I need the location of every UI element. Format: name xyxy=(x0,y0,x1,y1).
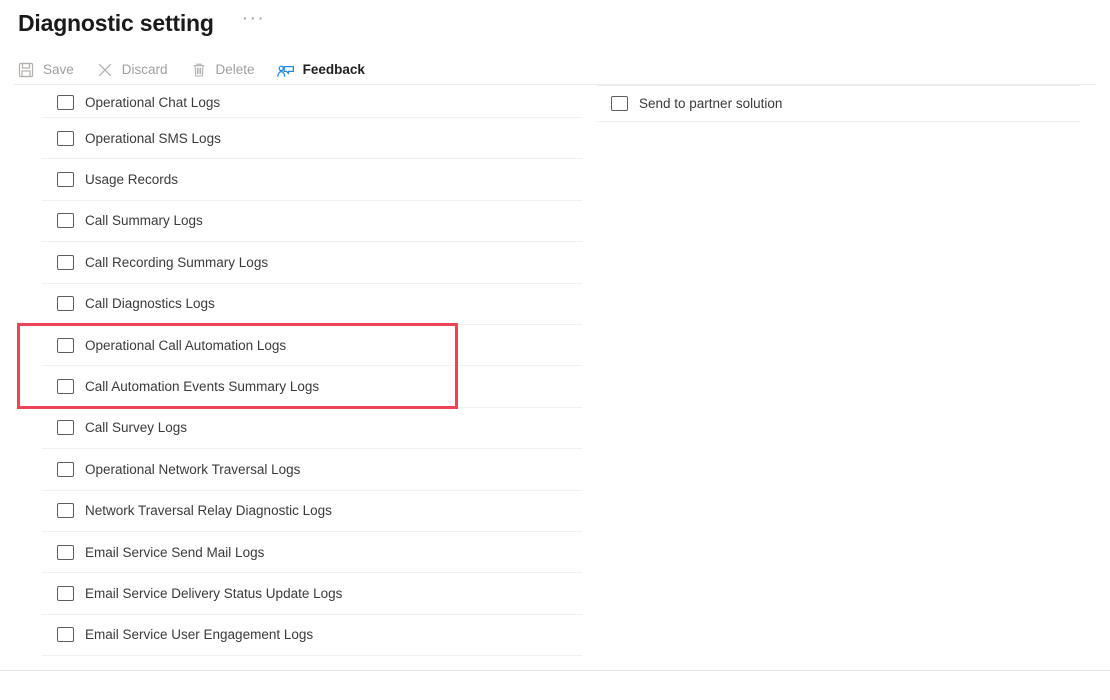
delete-label: Delete xyxy=(215,62,255,77)
feedback-icon xyxy=(276,61,295,79)
footer-divider xyxy=(0,670,1110,671)
list-item-label: Call Summary Logs xyxy=(85,213,203,229)
list-item[interactable]: Call Diagnostics Logs xyxy=(42,284,582,325)
checkbox-icon[interactable] xyxy=(57,172,74,188)
checkbox-icon[interactable] xyxy=(57,420,74,436)
list-item-label: Operational Call Automation Logs xyxy=(85,337,287,353)
list-item-label: Call Recording Summary Logs xyxy=(85,254,269,270)
page-header: Diagnostic setting ··· xyxy=(0,0,1110,46)
list-item-label: Operational Network Traversal Logs xyxy=(85,461,301,477)
list-item-label: Send to partner solution xyxy=(639,96,783,111)
list-item[interactable]: Usage Records xyxy=(42,159,582,201)
save-label: Save xyxy=(43,62,74,77)
list-item[interactable]: Call Survey Logs xyxy=(42,408,582,450)
list-item-label: Usage Records xyxy=(85,172,179,188)
list-item-label: Email Service Send Mail Logs xyxy=(85,544,265,560)
log-categories-list: Operational Chat Logs Operational SMS Lo… xyxy=(42,85,582,657)
delete-button[interactable]: Delete xyxy=(190,56,255,84)
list-item-label: Call Automation Events Summary Logs xyxy=(85,379,320,395)
list-item[interactable]: Network Traversal Relay Diagnostic Logs xyxy=(42,491,582,532)
command-bar: Save Discard Delete Feedback xyxy=(0,55,1110,84)
list-item-label: Operational SMS Logs xyxy=(85,130,221,146)
checkbox-icon[interactable] xyxy=(57,337,74,353)
list-item-label: Network Traversal Relay Diagnostic Logs xyxy=(85,503,332,519)
list-item[interactable]: Call Summary Logs xyxy=(42,201,582,243)
diagnostic-categories-content: Operational Chat Logs Operational SMS Lo… xyxy=(0,85,1110,670)
checkbox-icon[interactable] xyxy=(57,95,74,110)
save-icon xyxy=(17,61,35,79)
discard-button[interactable]: Discard xyxy=(96,56,168,84)
list-item-label: Call Survey Logs xyxy=(85,420,188,436)
list-item[interactable]: Operational Chat Logs xyxy=(42,85,582,118)
checkbox-icon[interactable] xyxy=(57,503,74,519)
checkbox-icon[interactable] xyxy=(57,585,74,601)
list-item[interactable]: Send to partner solution xyxy=(597,85,1080,122)
list-item[interactable]: Call Recording Summary Logs xyxy=(42,242,582,284)
page-title: Diagnostic setting xyxy=(18,9,214,36)
checkbox-icon[interactable] xyxy=(57,544,74,560)
list-item[interactable]: Call Automation Events Summary Logs xyxy=(42,366,582,408)
feedback-label: Feedback xyxy=(302,62,365,77)
checkbox-icon[interactable] xyxy=(57,379,74,395)
destination-options-list: Send to partner solution xyxy=(597,85,1080,122)
list-item[interactable]: Email Service User Engagement Logs xyxy=(42,615,582,657)
trash-icon xyxy=(190,61,208,79)
list-item-label: Operational Chat Logs xyxy=(85,95,221,110)
list-item[interactable]: Operational SMS Logs xyxy=(42,118,582,160)
list-item[interactable]: Operational Call Automation Logs xyxy=(42,325,582,367)
list-item[interactable]: Operational Network Traversal Logs xyxy=(42,449,582,491)
checkbox-icon[interactable] xyxy=(57,296,74,312)
checkbox-icon[interactable] xyxy=(57,254,74,270)
checkbox-icon[interactable] xyxy=(57,213,74,229)
checkbox-icon[interactable] xyxy=(57,627,74,643)
checkbox-icon[interactable] xyxy=(57,461,74,477)
list-item-label: Email Service User Engagement Logs xyxy=(85,627,314,643)
list-item[interactable]: Email Service Send Mail Logs xyxy=(42,532,582,574)
list-item-label: Email Service Delivery Status Update Log… xyxy=(85,585,343,601)
list-item[interactable]: Email Service Delivery Status Update Log… xyxy=(42,573,582,615)
close-icon xyxy=(96,61,114,79)
more-options-icon[interactable]: ··· xyxy=(242,9,265,32)
checkbox-icon[interactable] xyxy=(57,130,74,146)
feedback-button[interactable]: Feedback xyxy=(276,56,365,84)
checkbox-icon[interactable] xyxy=(611,96,628,111)
save-button[interactable]: Save xyxy=(17,56,74,84)
list-item-label: Call Diagnostics Logs xyxy=(85,296,215,312)
discard-label: Discard xyxy=(121,62,168,77)
